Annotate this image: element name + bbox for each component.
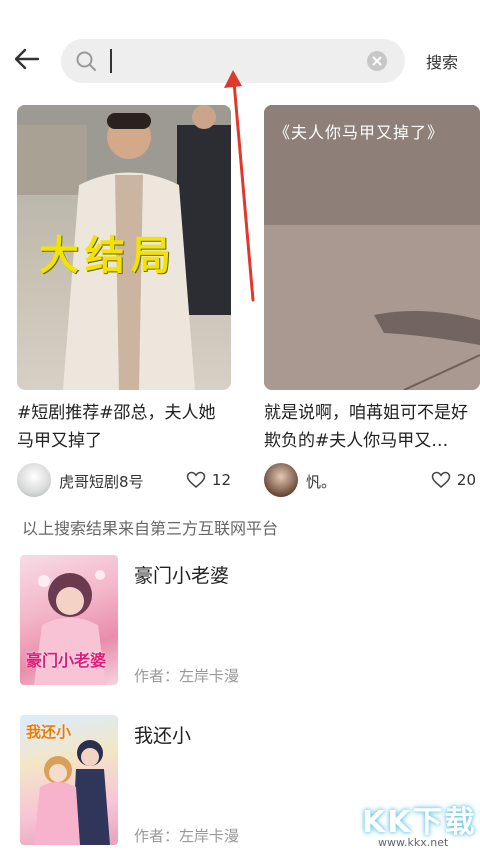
heart-icon <box>186 471 206 488</box>
like-count: 20 <box>456 471 476 489</box>
result-title[interactable]: 我还小 <box>134 721 191 748</box>
avatar[interactable] <box>264 463 298 497</box>
watermark-url: www.kkx.net <box>378 836 449 849</box>
author-name[interactable]: 忛。 <box>306 471 336 492</box>
result-author: 作者：左岸卡漫 <box>134 827 240 845</box>
author-name[interactable]: 虎哥短剧8号 <box>59 471 144 492</box>
watermark-logo: KK下载 <box>362 805 477 840</box>
like-count: 12 <box>211 471 231 489</box>
video-meta: 虎哥短剧8号 12 <box>17 463 231 499</box>
book-cover[interactable]: 我还小 <box>20 715 118 845</box>
book-cover[interactable]: 豪门小老婆 <box>20 555 118 685</box>
annotation-arrow <box>224 70 255 302</box>
list-item[interactable]: 豪门小老婆 豪门小老婆 作者：左岸卡漫 <box>20 555 460 685</box>
cover-title: 豪门小老婆 <box>26 651 107 670</box>
third-party-notice: 以上搜索结果来自第三方互联网平台 <box>22 519 279 538</box>
result-author: 作者：左岸卡漫 <box>134 667 240 685</box>
video-meta: 忛。 20 <box>264 463 480 499</box>
cover-title: 我还小 <box>26 723 72 741</box>
avatar[interactable] <box>17 463 51 497</box>
like-button[interactable]: 12 <box>186 471 231 489</box>
result-title[interactable]: 豪门小老婆 <box>134 561 229 588</box>
video-description: 就是说啊，咱苒姐可不是好欺负的#夫人你马甲又… <box>264 403 468 451</box>
video-description: #短剧推荐#邵总，夫人她马甲又掉了 <box>17 403 216 451</box>
like-button[interactable]: 20 <box>431 471 476 489</box>
heart-icon <box>431 471 451 488</box>
